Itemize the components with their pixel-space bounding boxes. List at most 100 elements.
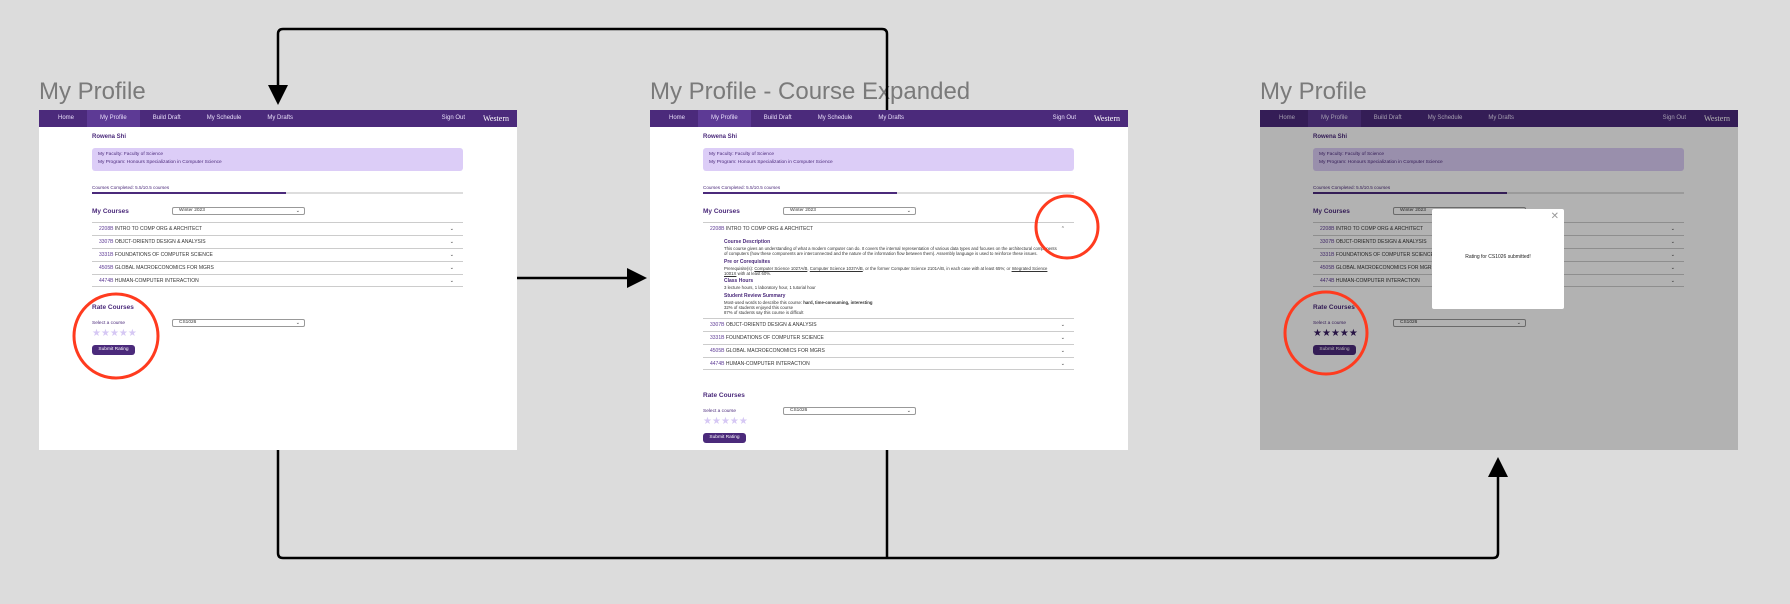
close-icon[interactable]: ✕: [1551, 211, 1559, 222]
term-select[interactable]: Winter 2023 ⌄: [783, 207, 916, 215]
star-icon[interactable]: ★: [703, 416, 712, 427]
screen-expanded: Home My Profile Build Draft My Schedule My D…: [650, 110, 1128, 450]
prereq-link[interactable]: Computer Science 1037A/B: [810, 266, 863, 271]
star-icon[interactable]: ★: [739, 416, 748, 427]
course-list: 2208B INTRO TO COMP ORG & ARCHITECT ⌄ 3307…: [92, 222, 463, 287]
course-name: FOUNDATIONS OF COMPUTER SCIENCE: [114, 252, 213, 258]
course-row[interactable]: 3307B OBJCT-ORIENTD DESIGN & ANALYSIS ⌄: [703, 318, 1074, 331]
course-row[interactable]: 2208B INTRO TO COMP ORG & ARCHITECT ⌃ Cour…: [703, 222, 1074, 318]
prereq-text-d: with at least 60%.: [736, 271, 772, 277]
faculty-text: My Faculty: Faculty of Science: [98, 152, 164, 157]
star-rating[interactable]: ★★★★★: [92, 328, 137, 339]
sign-out-link[interactable]: Sign Out: [442, 110, 465, 127]
chevron-down-icon[interactable]: ⌄: [1061, 332, 1065, 344]
nav-item-my-drafts[interactable]: My Drafts: [254, 110, 306, 127]
prereq-text-c: , or the former Computer Science 2101A/B…: [862, 265, 1012, 271]
course-row[interactable]: 4505B GLOBAL MACROECONOMICS FOR MGRS ⌄: [703, 344, 1074, 357]
chevron-down-icon[interactable]: ⌄: [450, 275, 454, 287]
course-row[interactable]: 2208B INTRO TO COMP ORG & ARCHITECT ⌄: [92, 222, 463, 235]
star-icon[interactable]: ★: [92, 328, 101, 339]
star-icon[interactable]: ★: [721, 416, 730, 427]
course-name: GLOBAL MACROECONOMICS FOR MGRS: [725, 348, 825, 355]
nav-item-my-profile[interactable]: My Profile: [87, 110, 140, 127]
nav-item-build-draft[interactable]: Build Draft: [140, 110, 194, 127]
course-name: INTRO TO COMP ORG & ARCHITECT: [114, 226, 203, 232]
chevron-down-icon: ⌄: [906, 408, 911, 414]
screen-submitted: Home My Profile Build Draft My Schedule My D…: [1260, 110, 1738, 450]
submit-rating-button[interactable]: Submit Rating: [92, 345, 135, 355]
chevron-down-icon[interactable]: ⌄: [450, 223, 454, 235]
screen-default: Home My Profile Build Draft My Schedule My D…: [39, 110, 517, 450]
nav-item-home[interactable]: Home: [656, 110, 698, 127]
nav-item-my-drafts[interactable]: My Drafts: [865, 110, 917, 127]
term-value: Winter 2023: [790, 208, 816, 213]
course-code: 2208B: [99, 226, 114, 232]
term-select[interactable]: Winter 2023 ⌄: [172, 207, 305, 215]
program-info-box: My Faculty: Faculty of Science My Program…: [92, 148, 463, 171]
chevron-down-icon[interactable]: ⌄: [450, 249, 454, 261]
top-nav: Home My Profile Build Draft My Schedule My D…: [39, 110, 517, 127]
nav-item-home[interactable]: Home: [45, 110, 87, 127]
submit-rating-button[interactable]: Submit Rating: [703, 433, 746, 443]
course-code: 2208B: [710, 226, 725, 232]
course-row[interactable]: 4505B GLOBAL MACROECONOMICS FOR MGRS ⌄: [92, 261, 463, 274]
course-select[interactable]: CS1026 ⌄: [172, 319, 305, 327]
nav-item-my-schedule[interactable]: My Schedule: [194, 110, 255, 127]
progress-label: Courses Completed: 5.5/10.5 courses: [92, 185, 170, 190]
faculty-text: My Faculty: Faculty of Science: [709, 152, 775, 157]
course-name: HUMAN-COMPUTER INTERACTION: [725, 361, 810, 368]
chevron-down-icon[interactable]: ⌄: [450, 262, 454, 274]
course-code: 3331B: [710, 335, 725, 342]
course-code: 4505B: [710, 348, 725, 355]
progress-label: Courses Completed: 5.5/10.5 courses: [703, 185, 781, 190]
progress-fill: [92, 192, 287, 194]
course-row[interactable]: 4474B HUMAN-COMPUTER INTERACTION ⌄: [92, 274, 463, 287]
progress-fill: [703, 192, 898, 194]
course-code: 3307B: [99, 239, 114, 245]
description-heading: Course Description: [724, 239, 771, 245]
arrow-bottom-loop: [276, 450, 1508, 560]
course-select-value: CS1026: [790, 408, 808, 413]
nav-item-build-draft[interactable]: Build Draft: [751, 110, 805, 127]
nav-item-my-schedule[interactable]: My Schedule: [805, 110, 866, 127]
chevron-down-icon[interactable]: ⌄: [450, 236, 454, 248]
star-icon[interactable]: ★: [110, 328, 119, 339]
chevron-down-icon: ⌄: [295, 320, 300, 326]
star-icon[interactable]: ★: [712, 416, 721, 427]
review-difficult: 87% of students say this course is diffi…: [724, 310, 804, 316]
course-code: 4474B: [710, 361, 725, 368]
hours-text: 3 lecture hours, 1 laboratory hour, 1 tu…: [724, 285, 816, 291]
chevron-down-icon[interactable]: ⌄: [1061, 358, 1065, 370]
star-rating[interactable]: ★★★★★: [703, 416, 748, 427]
review-heading: Student Review Summary: [724, 292, 786, 299]
chevron-down-icon[interactable]: ⌄: [1061, 319, 1065, 331]
star-icon[interactable]: ★: [119, 328, 128, 339]
rate-courses-heading: Rate Courses: [703, 392, 745, 399]
course-name: HUMAN-COMPUTER INTERACTION: [114, 278, 199, 284]
star-icon[interactable]: ★: [101, 328, 110, 339]
program-text: My Program: Honours Specialization in Co…: [98, 160, 222, 165]
western-logo[interactable]: Western: [1094, 110, 1120, 127]
course-name: INTRO TO COMP ORG & ARCHITECT: [725, 226, 814, 232]
nav-item-my-profile[interactable]: My Profile: [698, 110, 751, 127]
sign-out-link[interactable]: Sign Out: [1053, 110, 1076, 127]
chevron-up-icon[interactable]: ⌃: [1061, 223, 1065, 235]
course-name: FOUNDATIONS OF COMPUTER SCIENCE: [725, 335, 824, 342]
confirmation-modal: ✕ Rating for CS1026 submitted!: [1432, 209, 1564, 309]
star-icon[interactable]: ★: [730, 416, 739, 427]
star-icon[interactable]: ★: [128, 328, 137, 339]
program-info-box: My Faculty: Faculty of Science My Program…: [703, 148, 1074, 171]
course-name: OBJCT-ORIENTD DESIGN & ANALYSIS: [114, 239, 206, 245]
rate-courses-heading: Rate Courses: [92, 304, 134, 311]
user-name: Rowena Shi: [703, 134, 738, 140]
course-row[interactable]: 3331B FOUNDATIONS OF COMPUTER SCIENCE ⌄: [703, 331, 1074, 344]
term-value: Winter 2023: [179, 208, 205, 213]
course-row[interactable]: 4474B HUMAN-COMPUTER INTERACTION ⌄: [703, 357, 1074, 371]
course-select[interactable]: CS1026 ⌄: [783, 407, 916, 415]
prereq-text: Prerequisite(s): Computer Science 1027A/…: [724, 266, 1060, 276]
course-row[interactable]: 3307B OBJCT-ORIENTD DESIGN & ANALYSIS ⌄: [92, 235, 463, 248]
course-select-value: CS1026: [179, 320, 197, 325]
course-row[interactable]: 3331B FOUNDATIONS OF COMPUTER SCIENCE ⌄: [92, 248, 463, 261]
western-logo[interactable]: Western: [483, 110, 509, 127]
chevron-down-icon[interactable]: ⌄: [1061, 345, 1065, 357]
